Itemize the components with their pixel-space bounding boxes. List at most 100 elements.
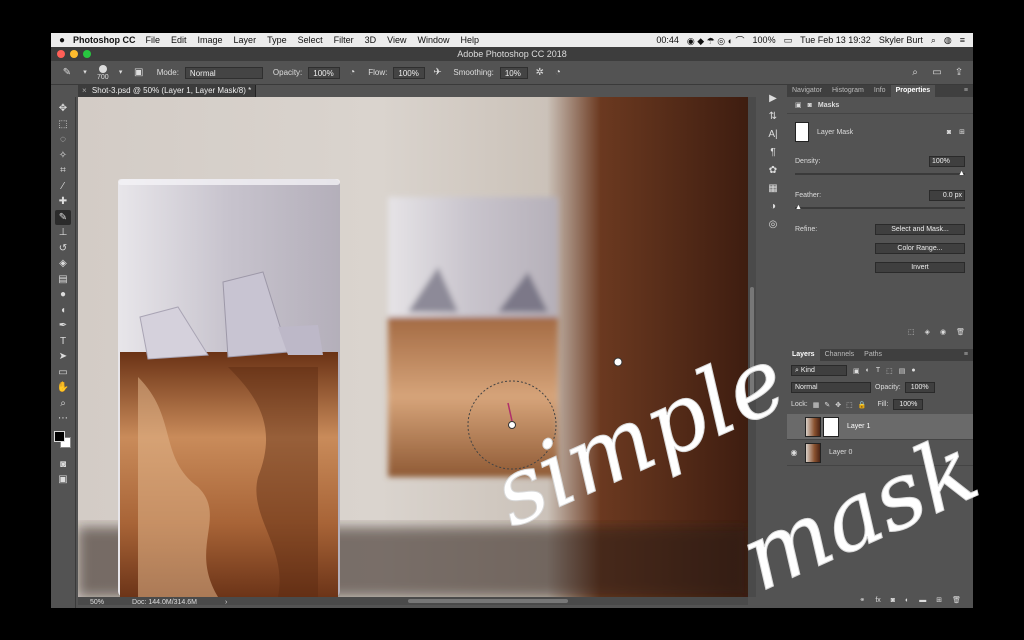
document-tab[interactable]: × Shot-3.psd @ 50% (Layer 1, Layer Mask/… — [78, 85, 256, 97]
filter-type-icon[interactable]: T — [876, 367, 880, 374]
layer-name[interactable]: Layer 1 — [847, 423, 870, 430]
paragraph-panel-icon[interactable]: ¶ — [766, 145, 780, 161]
layer-opacity-field[interactable]: 100% — [904, 382, 935, 393]
eraser-tool-icon[interactable]: ◈ — [55, 256, 71, 272]
tab-properties[interactable]: Properties — [890, 85, 936, 97]
brush-settings-icon[interactable]: ▣ — [133, 67, 145, 79]
lock-pixels-icon[interactable]: ✎ — [824, 401, 830, 409]
zoom-window-button[interactable] — [83, 50, 91, 58]
new-group-icon[interactable]: ▬ — [919, 597, 926, 604]
document-canvas[interactable] — [78, 97, 748, 597]
user-name[interactable]: Skyler Burt — [879, 35, 923, 45]
smoothing-options-icon[interactable]: ✲ — [534, 67, 546, 79]
opacity-field[interactable]: 100% — [308, 66, 341, 79]
workspace-icon[interactable]: ▭ — [931, 67, 943, 79]
layer-row-layer-0[interactable]: ◉ Layer 0 — [787, 440, 973, 466]
layer-row-layer-1[interactable]: Layer 1 — [787, 414, 973, 440]
search-icon[interactable]: ⌕ — [909, 67, 921, 79]
new-layer-icon[interactable]: ⊞ — [936, 596, 942, 604]
density-slider[interactable]: ▲ — [795, 170, 965, 178]
menu-layer[interactable]: Layer — [234, 35, 257, 45]
apple-menu-icon[interactable]: ● — [51, 35, 73, 46]
vertical-scroll-thumb[interactable] — [750, 287, 754, 397]
filter-adjustment-icon[interactable]: ◐ — [866, 367, 870, 374]
zoom-tool-icon[interactable]: ⌕ — [55, 396, 71, 412]
character-panel-icon[interactable]: A| — [766, 127, 780, 143]
quick-select-tool-icon[interactable]: ✧ — [55, 148, 71, 164]
density-slider-handle[interactable]: ▲ — [958, 170, 965, 177]
select-pixel-mask-icon[interactable]: ◙ — [947, 129, 951, 136]
play-actions-icon[interactable]: ▶ — [766, 91, 780, 107]
close-window-button[interactable] — [57, 50, 65, 58]
type-tool-icon[interactable]: T — [55, 334, 71, 350]
tab-layers[interactable]: Layers — [787, 349, 820, 361]
brush-tool-icon[interactable]: ✎ — [55, 209, 71, 225]
add-mask-icon[interactable]: ◙ — [891, 597, 895, 604]
gradient-tool-icon[interactable]: ▤ — [55, 272, 71, 288]
blur-tool-icon[interactable]: ● — [55, 287, 71, 303]
link-layers-icon[interactable]: ⚭ — [859, 596, 865, 604]
status-menu-icon[interactable]: › — [225, 599, 227, 606]
hand-tool-icon[interactable]: ✋ — [55, 380, 71, 396]
siri-icon[interactable]: ◍ — [944, 35, 952, 46]
screen-mode-icon[interactable]: ▣ — [55, 472, 71, 488]
doc-size[interactable]: Doc: 144.0M/314.6M — [132, 599, 197, 606]
clock[interactable]: Tue Feb 13 19:32 — [800, 35, 871, 45]
path-select-tool-icon[interactable]: ➤ — [55, 349, 71, 365]
menu-filter[interactable]: Filter — [334, 35, 354, 45]
filter-smart-object-icon[interactable]: ▤ — [899, 367, 906, 375]
brush-preset-picker[interactable]: 700 — [97, 64, 109, 81]
menu-image[interactable]: Image — [198, 35, 223, 45]
smoothing-field[interactable]: 10% — [499, 66, 528, 79]
menu-app-name[interactable]: Photoshop CC — [73, 35, 136, 45]
marquee-tool-icon[interactable]: ⬚ — [55, 117, 71, 133]
dodge-tool-icon[interactable]: ◖ — [55, 303, 71, 319]
toggle-mask-visibility-icon[interactable]: ◉ — [940, 328, 946, 336]
lock-transparent-icon[interactable]: ▦ — [813, 401, 820, 409]
history-icon[interactable]: ⇅ — [766, 109, 780, 125]
tab-histogram[interactable]: Histogram — [827, 85, 869, 97]
filter-shape-icon[interactable]: ⬚ — [886, 367, 893, 375]
swatches-panel-icon[interactable]: ✿ — [766, 163, 780, 179]
lock-position-icon[interactable]: ✥ — [835, 401, 841, 409]
share-icon[interactable]: ⇪ — [953, 67, 965, 79]
close-tab-icon[interactable]: × — [82, 86, 87, 95]
crop-tool-icon[interactable]: ⌗ — [55, 163, 71, 179]
menu-select[interactable]: Select — [298, 35, 323, 45]
rectangle-tool-icon[interactable]: ▭ — [55, 365, 71, 381]
lock-artboard-icon[interactable]: ⬚ — [846, 401, 853, 409]
feather-field[interactable]: 0.0 px — [929, 190, 965, 201]
menu-3d[interactable]: 3D — [365, 35, 377, 45]
move-tool-icon[interactable]: ✥ — [55, 101, 71, 117]
feather-slider-handle[interactable]: ▲ — [795, 204, 802, 211]
delete-layer-icon[interactable]: 🗑 — [952, 596, 961, 604]
menu-edit[interactable]: Edit — [171, 35, 187, 45]
adjustments-panel-icon[interactable]: ◑ — [766, 199, 780, 215]
vertical-scrollbar[interactable] — [748, 97, 756, 597]
lasso-tool-icon[interactable]: ◌ — [55, 132, 71, 148]
pressure-size-icon[interactable]: ◔ — [552, 67, 564, 79]
tab-info[interactable]: Info — [869, 85, 891, 97]
menu-view[interactable]: View — [387, 35, 406, 45]
pixel-mask-icon[interactable]: ▣ — [795, 101, 802, 109]
load-selection-icon[interactable]: ⬚ — [908, 328, 915, 336]
apply-mask-icon[interactable]: ◈ — [925, 328, 930, 336]
chevron-down-icon[interactable]: ▾ — [115, 67, 127, 79]
select-and-mask-button[interactable]: Select and Mask... — [875, 224, 965, 235]
eyedropper-tool-icon[interactable]: ⁄ — [55, 179, 71, 195]
battery-timer[interactable]: 00:44 — [656, 35, 679, 45]
libraries-panel-icon[interactable]: ◎ — [766, 217, 780, 233]
lock-all-icon[interactable]: 🔒 — [858, 401, 867, 409]
mode-select[interactable]: Normal — [184, 66, 263, 79]
status-icons[interactable]: ◉ ◆ ☂ ◎ ◐ ⌒ — [687, 34, 745, 47]
more-tools-icon[interactable]: ⋯ — [55, 411, 71, 427]
notification-center-icon[interactable]: ≡ — [960, 35, 965, 45]
grid-panel-icon[interactable]: ▦ — [766, 181, 780, 197]
visibility-eye-icon[interactable]: ◉ — [787, 448, 801, 457]
menu-help[interactable]: Help — [460, 35, 479, 45]
minimize-window-button[interactable] — [70, 50, 78, 58]
density-field[interactable]: 100% — [929, 156, 965, 167]
layer-style-icon[interactable]: fx — [875, 597, 880, 604]
tab-navigator[interactable]: Navigator — [787, 85, 827, 97]
brush-tool-icon[interactable]: ✎ — [61, 67, 73, 79]
